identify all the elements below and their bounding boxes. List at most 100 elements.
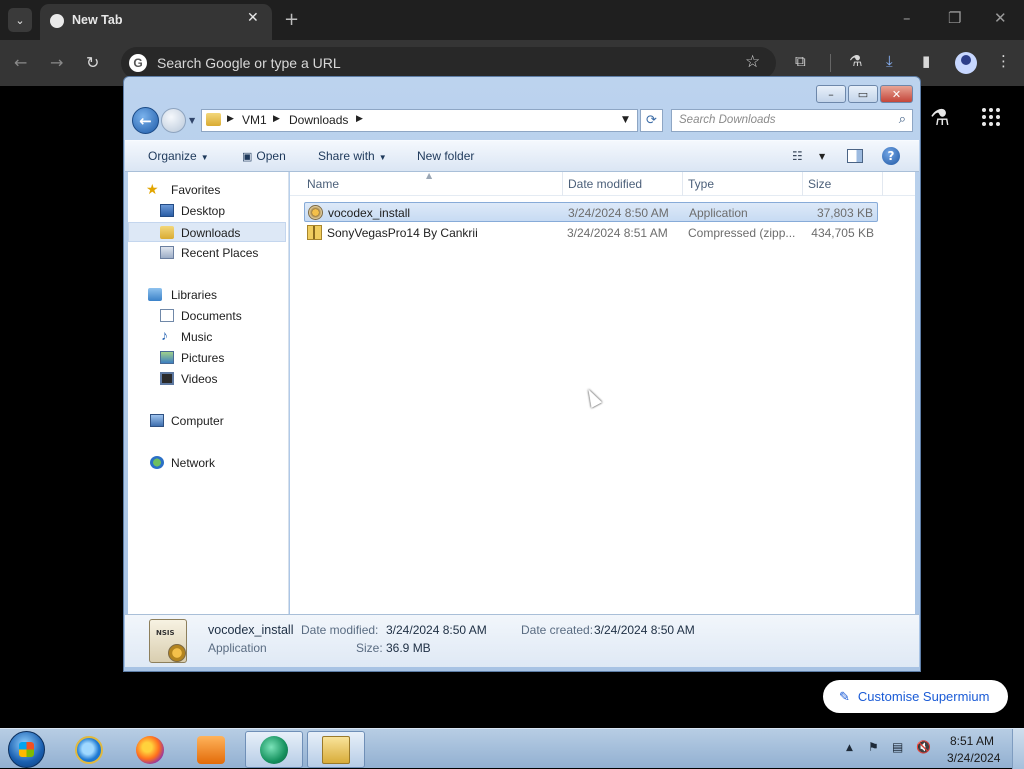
nav-label: Videos <box>181 372 218 386</box>
explorer-close-button[interactable]: ✕ <box>880 85 913 103</box>
profile-avatar-icon[interactable] <box>955 52 977 74</box>
taskbar-media-player[interactable] <box>182 731 240 768</box>
tab-search-button[interactable]: ⌄ <box>8 8 32 32</box>
recent-places-icon <box>160 246 174 259</box>
nav-network[interactable]: Network <box>128 453 286 473</box>
nav-music[interactable]: ♪ Music <box>128 327 286 347</box>
explorer-back-button[interactable]: ← <box>132 107 159 134</box>
address-dropdown-icon[interactable]: ▼ <box>622 115 629 125</box>
column-divider[interactable] <box>562 172 563 196</box>
nav-computer[interactable]: Computer <box>128 411 286 431</box>
menu-kebab-icon[interactable]: ⋮ <box>996 52 1011 70</box>
labs-flask-icon[interactable]: ⚗ <box>930 106 950 131</box>
nav-label: Computer <box>171 414 224 428</box>
column-divider[interactable] <box>802 172 803 196</box>
column-headers: ▲ Name Date modified Type Size <box>290 171 915 196</box>
browser-app-icon <box>260 735 288 764</box>
labs-flask-icon[interactable]: ⚗ <box>849 52 862 70</box>
reload-icon[interactable]: ↻ <box>86 53 99 72</box>
tab-new-tab[interactable]: New Tab ✕ <box>40 4 272 40</box>
explorer-window: – ▭ ✕ ← ▼ ▶ VM1 ▶ Downloads ▶ ▼ ⟳ Search… <box>123 76 921 672</box>
command-bar: Organize ▼ ▣ Open Share with ▼ New folder ☷… <box>125 140 919 172</box>
file-row[interactable]: SonyVegasPro14 By Cankrii 3/24/2024 8:51… <box>304 223 878 243</box>
nav-downloads[interactable]: Downloads <box>128 222 286 242</box>
show-desktop-button[interactable] <box>1012 729 1024 769</box>
volume-muted-icon[interactable]: 🔇 <box>916 740 931 754</box>
column-divider[interactable] <box>882 172 883 196</box>
google-apps-grid-icon[interactable] <box>982 108 1000 126</box>
details-pane: NSIS vocodex_install Application Date mo… <box>125 614 919 667</box>
column-header-size[interactable]: Size <box>808 177 831 191</box>
nav-documents[interactable]: Documents <box>128 306 286 326</box>
extensions-icon[interactable]: ⧉ <box>795 52 806 70</box>
column-header-name[interactable]: Name <box>307 177 339 191</box>
nav-favorites[interactable]: ★ Favorites <box>128 180 286 200</box>
organize-label: Organize <box>148 149 197 163</box>
nsis-label: NSIS <box>156 629 175 637</box>
browser-minimize-button[interactable]: – <box>903 9 911 27</box>
installer-badge-icon <box>168 644 186 662</box>
address-bar[interactable]: ▶ VM1 ▶ Downloads ▶ ▼ <box>201 109 638 132</box>
network-tray-icon[interactable]: ▤ <box>892 740 903 754</box>
file-type: Application <box>689 206 748 220</box>
browser-close-button[interactable]: ✕ <box>994 9 1007 27</box>
column-header-date-modified[interactable]: Date modified <box>568 177 642 191</box>
recent-pages-dropdown[interactable]: ▼ <box>189 116 195 125</box>
new-folder-button[interactable]: New folder <box>417 149 474 163</box>
share-with-button[interactable]: Share with ▼ <box>318 149 387 163</box>
help-icon[interactable]: ? <box>882 147 900 165</box>
nav-pictures[interactable]: Pictures <box>128 348 286 368</box>
breadcrumb-separator[interactable]: ▶ <box>227 114 234 124</box>
refresh-icon[interactable]: ⟳ <box>640 109 663 132</box>
file-row[interactable]: vocodex_install 3/24/2024 8:50 AM Applic… <box>304 202 878 222</box>
tab-close-button[interactable]: ✕ <box>247 10 259 26</box>
organize-button[interactable]: Organize ▼ <box>148 149 209 163</box>
taskbar: ▲ ⚑ ▤ 🔇 8:51 AM 3/24/2024 <box>0 728 1024 769</box>
nav-libraries[interactable]: Libraries <box>128 285 286 305</box>
start-button[interactable] <box>8 731 45 768</box>
new-tab-button[interactable]: + <box>284 9 299 30</box>
nav-recent-places[interactable]: Recent Places <box>128 243 286 263</box>
breadcrumb-vm1[interactable]: VM1 <box>242 113 267 127</box>
breadcrumb-separator[interactable]: ▶ <box>356 114 363 124</box>
search-icon[interactable]: ⌕ <box>899 112 906 127</box>
column-header-type[interactable]: Type <box>688 177 714 191</box>
column-divider[interactable] <box>682 172 683 196</box>
explorer-maximize-button[interactable]: ▭ <box>848 85 878 103</box>
file-date-modified: 3/24/2024 8:51 AM <box>567 226 668 240</box>
explorer-forward-button[interactable] <box>161 108 186 133</box>
omnibox[interactable]: G Search Google or type a URL ☆ <box>121 47 776 79</box>
taskbar-firefox[interactable] <box>121 731 179 768</box>
tab-title: New Tab <box>72 13 123 27</box>
side-panel-icon[interactable]: ▮ <box>922 52 930 70</box>
action-center-flag-icon[interactable]: ⚑ <box>868 740 879 754</box>
application-icon: ▣ <box>242 151 253 163</box>
change-view-icon[interactable]: ☷ <box>792 149 803 163</box>
taskbar-internet-explorer[interactable] <box>60 731 118 768</box>
chevron-down-icon[interactable]: ▼ <box>819 152 825 161</box>
customise-button[interactable]: ✎ Customise Supermium <box>823 680 1008 713</box>
star-icon: ★ <box>146 181 159 197</box>
explorer-minimize-button[interactable]: – <box>816 85 846 103</box>
details-date-created: 3/24/2024 8:50 AM <box>594 623 695 637</box>
search-input[interactable]: Search Downloads ⌕ <box>671 109 913 132</box>
nav-desktop[interactable]: Desktop <box>128 201 286 221</box>
clock-time[interactable]: 8:51 AM <box>950 734 994 748</box>
show-hidden-icons-icon[interactable]: ▲ <box>846 743 853 753</box>
taskbar-browser[interactable] <box>245 731 303 768</box>
forward-arrow-icon[interactable]: → <box>50 53 63 72</box>
download-icon[interactable]: ⤓ <box>886 52 893 70</box>
preview-pane-icon[interactable] <box>847 149 863 163</box>
bookmark-star-icon[interactable]: ☆ <box>745 52 760 72</box>
clock-date[interactable]: 3/24/2024 <box>947 751 1000 765</box>
open-button[interactable]: ▣ Open <box>242 149 286 163</box>
breadcrumb-downloads[interactable]: Downloads <box>289 113 348 127</box>
file-size: 434,705 KB <box>811 226 874 240</box>
search-placeholder: Search Downloads <box>679 114 776 126</box>
breadcrumb-separator[interactable]: ▶ <box>273 114 280 124</box>
browser-restore-button[interactable]: ❐ <box>948 9 961 27</box>
internet-explorer-icon <box>75 735 103 764</box>
back-arrow-icon[interactable]: ← <box>14 53 27 72</box>
taskbar-explorer[interactable] <box>307 731 365 768</box>
nav-videos[interactable]: Videos <box>128 369 286 389</box>
